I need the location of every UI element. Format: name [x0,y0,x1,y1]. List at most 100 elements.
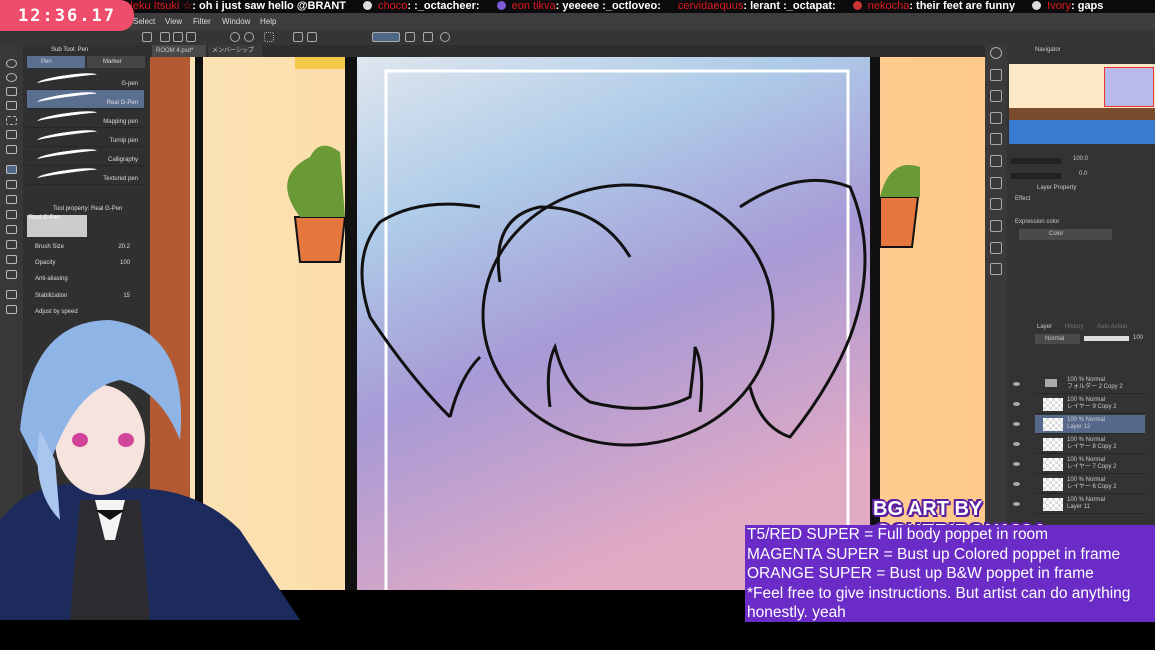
layer-row[interactable]: 100 % Normal フォルダー 2 Copy 2 [1013,375,1145,394]
panel-icon[interactable] [990,220,1002,232]
group-marker[interactable]: Marker [87,56,145,68]
brush-preview: Real G-Pen [27,215,87,237]
rotate-tool-icon[interactable] [6,73,17,82]
new-icon[interactable] [160,32,170,42]
menu-help[interactable]: Help [260,13,276,30]
pen-g-pen[interactable]: G-pen [27,70,144,90]
operation-tool-icon[interactable] [6,87,17,96]
stream-timer: 12:36.17 [0,0,134,31]
help-icon[interactable] [440,32,450,42]
avatar-icon [1032,1,1042,10]
move-tool-icon[interactable] [6,101,17,110]
rule-line: T5/RED SUPER = Full body poppet in room [747,526,1049,543]
layer-row[interactable]: 100 % Normal レイヤー 6 Copy 2 [1013,475,1145,494]
pen-calligraphy[interactable]: Calligraphy [27,146,144,166]
snap-icon[interactable] [372,32,400,42]
redo-icon[interactable] [244,32,254,42]
subtool-title: Sub Tool: Pen [51,47,89,53]
layer-opacity-slider[interactable] [1084,336,1129,341]
device-icon[interactable] [423,32,433,42]
expression-color-select[interactable]: Color [1019,229,1112,240]
open-icon[interactable] [173,32,183,42]
vtuber-avatar [0,320,300,620]
document-tabs: ROOM 4.psd* メンバーシップ用 [150,45,985,66]
app-icon[interactable] [142,32,152,42]
navigator-preview[interactable] [1009,64,1155,144]
layer-property-title[interactable]: Layer Property [1037,185,1076,191]
effect-label: Effect [1015,196,1031,202]
pencil-tool-icon[interactable] [6,180,17,189]
avatar-icon [496,1,506,10]
pen-turnip-pen[interactable]: Turnip pen [27,127,144,147]
brush-tool-icon[interactable] [6,195,17,204]
panel-icon[interactable] [990,90,1002,102]
layer-row-selected[interactable]: 100 % Normal Layer 12 [1013,415,1145,434]
anti-aliasing-row[interactable]: Anti-aliasing [27,273,144,287]
pen-tool-icon[interactable] [6,165,17,174]
chat-message: choco: :_octacheer: [363,0,480,12]
layer-row[interactable]: 100 % Normal レイヤー 9 Copy 2 [1013,395,1145,414]
panel-icon[interactable] [990,69,1002,81]
pen-textured-pen[interactable]: Textured pen [27,165,144,185]
fill-icon[interactable] [293,32,303,42]
chat-ticker: ☆ Neku Itsuki ☆: oh i just saw hello @BR… [0,0,1155,13]
chat-message: cervidaequus: lerant :_octapat: [677,0,836,12]
zoom-slider[interactable] [1011,158,1061,164]
chat-message: eon tikva: yeeeee :_octloveo: [496,0,661,12]
rotation-slider[interactable] [1011,173,1061,179]
blend-tool-icon[interactable] [6,255,17,264]
crop-icon[interactable] [307,32,317,42]
panel-icon[interactable] [990,155,1002,167]
pen-mapping-pen[interactable]: Mapping pen [27,108,144,128]
group-pen[interactable]: Pen [27,56,85,68]
layer-row[interactable]: 100 % Normal レイヤー 7 Copy 2 [1013,455,1145,474]
rule-line: *Feel free to give instructions. But art… [747,584,1131,622]
fill-tool-icon[interactable] [6,290,17,299]
menu-view[interactable]: View [165,13,182,30]
avatar-icon [363,1,373,10]
chat-message: ☆ Neku Itsuki ☆: oh i just saw hello @BR… [112,0,346,12]
panel-icon[interactable] [990,112,1002,124]
menu-filter[interactable]: Filter [193,13,211,30]
blend-mode-select[interactable]: Normal [1035,334,1080,344]
layer-opacity-value: 100 [1133,335,1144,341]
airbrush-tool-icon[interactable] [6,210,17,219]
layer-row[interactable]: 100 % Normal レイヤー 8 Copy 2 [1013,435,1145,454]
rule-line: ORANGE SUPER = Bust up B&W poppet in fra… [747,565,1094,582]
undo-icon[interactable] [230,32,240,42]
tool-property-title: Tool property: Real G-Pen [53,206,123,212]
selection-icon[interactable] [264,32,274,42]
eraser-tool-icon[interactable] [6,240,17,249]
zoom-tool-icon[interactable] [6,59,17,68]
tab-history[interactable]: History [1065,324,1084,330]
expression-color-label: Expression color [1015,219,1060,225]
ruler-icon[interactable] [405,32,415,42]
tab-room4[interactable]: ROOM 4.psd* [152,45,206,57]
figure-tool-icon[interactable] [6,270,17,279]
panel-icon[interactable] [990,263,1002,275]
navigator-title[interactable]: Navigator [1035,46,1061,54]
tab-layer[interactable]: Layer [1037,324,1052,330]
eyedropper-tool-icon[interactable] [6,145,17,154]
zoom-value: 100.0 [1073,156,1089,162]
navigator-icon[interactable] [990,47,1002,59]
panel-icon[interactable] [990,198,1002,210]
selection-tool-icon[interactable] [6,116,17,125]
save-icon[interactable] [186,32,196,42]
pen-real-g-pen[interactable]: Real G-Pen [27,89,144,109]
panel-icon[interactable] [990,242,1002,254]
menu-select[interactable]: Select [133,13,155,30]
panel-icon[interactable] [990,133,1002,145]
opacity-row[interactable]: Opacity 100 [27,257,144,271]
rule-line: MAGENTA SUPER = Bust up Colored poppet i… [747,545,1121,563]
panel-icon[interactable] [990,177,1002,189]
brush-size-row[interactable]: Brush Size 20.2 [27,241,144,255]
avatar-icon [852,1,862,10]
super-rules-box: T5/RED SUPER = Full body poppet in room … [745,525,1155,622]
decoration-tool-icon[interactable] [6,225,17,234]
tab-auto-action[interactable]: Auto Action [1097,324,1127,330]
tab-membership[interactable]: メンバーシップ用 [208,45,262,66]
wand-tool-icon[interactable] [6,130,17,139]
toolbar [0,30,1155,45]
menu-window[interactable]: Window [222,13,250,30]
